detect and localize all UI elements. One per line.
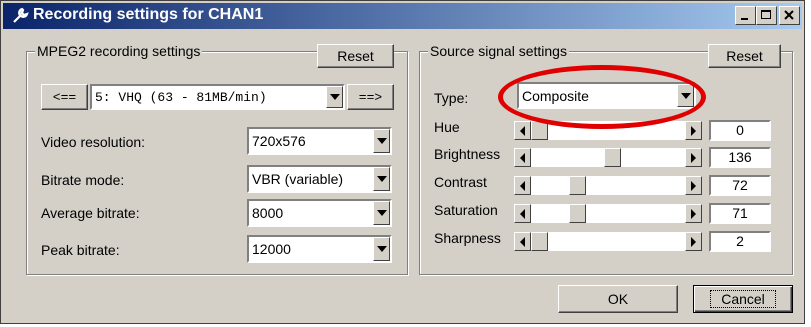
bitrate-mode-select[interactable]: VBR (variable) xyxy=(247,165,392,193)
average-bitrate-label: Average bitrate: xyxy=(41,205,140,221)
chevron-down-icon[interactable] xyxy=(373,129,390,153)
title-bar[interactable]: Recording settings for CHAN1 xyxy=(3,3,802,29)
brightness-slider[interactable] xyxy=(514,148,702,167)
maximize-button[interactable] xyxy=(756,6,777,25)
video-resolution-select[interactable]: 720x576 xyxy=(247,127,392,155)
chevron-down-icon[interactable] xyxy=(373,167,390,191)
signal-type-value: Composite xyxy=(522,87,589,104)
slider-label-sharpness: Sharpness xyxy=(434,230,501,246)
mpeg2-reset-button[interactable]: Reset xyxy=(317,44,394,68)
slider-thumb[interactable] xyxy=(531,121,548,140)
contrast-value-field[interactable]: 72 xyxy=(709,175,771,196)
scroll-left-icon[interactable] xyxy=(514,204,531,223)
wrench-icon xyxy=(13,7,29,23)
sharpness-slider[interactable] xyxy=(514,232,702,251)
video-resolution-value: 720x576 xyxy=(252,133,306,149)
mpeg2-group-label: MPEG2 recording settings xyxy=(35,43,203,59)
cancel-button[interactable]: Cancel xyxy=(693,285,793,313)
saturation-value-field[interactable]: 71 xyxy=(709,203,771,224)
recording-settings-dialog: Recording settings for CHAN1 MPEG2 recor… xyxy=(0,0,805,324)
ok-button[interactable]: OK xyxy=(558,285,678,313)
slider-label-hue: Hue xyxy=(434,119,460,135)
video-resolution-label: Video resolution: xyxy=(41,134,146,150)
peak-bitrate-label: Peak bitrate: xyxy=(41,242,120,258)
minimize-button[interactable] xyxy=(735,6,756,25)
next-preset-button[interactable]: ==> xyxy=(347,84,394,110)
maximize-icon xyxy=(761,10,771,19)
brightness-value-field[interactable]: 136 xyxy=(709,147,771,168)
hue-value-field[interactable]: 0 xyxy=(709,120,771,141)
peak-bitrate-value: 12000 xyxy=(252,241,291,257)
close-icon xyxy=(784,10,794,20)
scroll-left-icon[interactable] xyxy=(514,148,531,167)
chevron-down-icon[interactable] xyxy=(373,237,390,261)
slider-thumb[interactable] xyxy=(531,232,548,251)
window-controls xyxy=(735,6,800,25)
bitrate-mode-label: Bitrate mode: xyxy=(41,172,125,188)
scroll-right-icon[interactable] xyxy=(685,148,702,167)
slider-thumb[interactable] xyxy=(569,176,586,195)
scroll-right-icon[interactable] xyxy=(685,204,702,223)
cancel-label: Cancel xyxy=(710,290,776,308)
bitrate-mode-value: VBR (variable) xyxy=(252,171,344,187)
contrast-slider[interactable] xyxy=(514,176,702,195)
slider-thumb[interactable] xyxy=(569,204,586,223)
prev-preset-button[interactable]: <== xyxy=(41,84,88,110)
peak-bitrate-select[interactable]: 12000 xyxy=(247,235,392,263)
slider-thumb[interactable] xyxy=(604,148,621,167)
chevron-down-icon[interactable] xyxy=(373,201,390,225)
chevron-down-icon[interactable] xyxy=(326,86,343,108)
source-group-label: Source signal settings xyxy=(428,43,569,59)
window-title: Recording settings for CHAN1 xyxy=(33,6,264,23)
hue-slider[interactable] xyxy=(514,121,702,140)
scroll-right-icon[interactable] xyxy=(685,176,702,195)
sharpness-value-field[interactable]: 2 xyxy=(709,231,771,252)
chevron-down-icon[interactable] xyxy=(677,84,694,107)
average-bitrate-select[interactable]: 8000 xyxy=(247,199,392,227)
close-button[interactable] xyxy=(779,6,800,25)
minimize-icon xyxy=(741,18,748,20)
preset-value: 5: VHQ (63 - 81MB/min) xyxy=(95,89,267,105)
saturation-slider[interactable] xyxy=(514,204,702,223)
slider-label-saturation: Saturation xyxy=(434,202,498,218)
signal-type-select[interactable]: Composite xyxy=(517,82,696,109)
scroll-left-icon[interactable] xyxy=(514,232,531,251)
scroll-left-icon[interactable] xyxy=(514,121,531,140)
average-bitrate-value: 8000 xyxy=(252,205,284,221)
scroll-right-icon[interactable] xyxy=(685,121,702,140)
scroll-left-icon[interactable] xyxy=(514,176,531,195)
preset-select[interactable]: 5: VHQ (63 - 81MB/min) xyxy=(90,84,345,110)
slider-label-contrast: Contrast xyxy=(434,174,487,190)
type-label: Type: xyxy=(434,90,469,106)
source-reset-button[interactable]: Reset xyxy=(708,44,781,68)
scroll-right-icon[interactable] xyxy=(685,232,702,251)
slider-label-brightness: Brightness xyxy=(434,146,501,162)
